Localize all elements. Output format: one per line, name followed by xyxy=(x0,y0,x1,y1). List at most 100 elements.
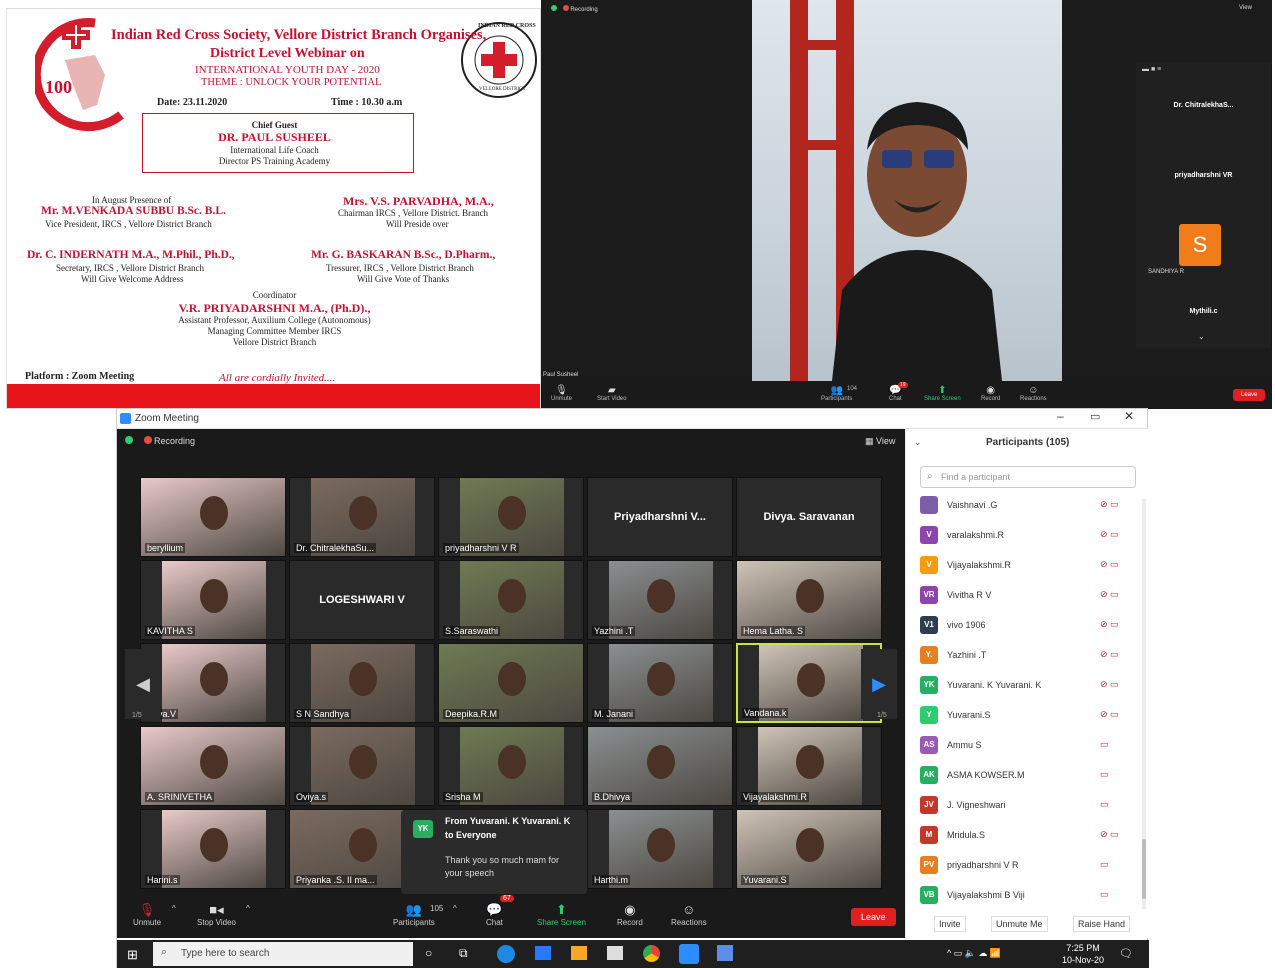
participant-row[interactable]: V1 vivo 1906 ⊘ ▭ xyxy=(920,613,1130,643)
mail-icon[interactable] xyxy=(535,946,551,960)
close-button[interactable]: ✕ xyxy=(1124,409,1134,423)
p3-name: Dr. C. INDERNATH M.A., M.Phil., Ph.D., xyxy=(27,249,235,261)
video-tile[interactable]: beryllium xyxy=(140,477,286,557)
participant-row[interactable]: Y. Yazhini .T ⊘ ▭ xyxy=(920,643,1130,673)
chat-from: From Yuvarani. K Yuvarani. K xyxy=(445,816,571,826)
tile-name-label: Yuvarani.S xyxy=(741,875,789,885)
video-tile[interactable]: KAVITHA S xyxy=(140,560,286,640)
chevron-down-icon[interactable]: ⌄ xyxy=(1198,332,1205,341)
view-button[interactable]: View xyxy=(1239,5,1252,11)
video-tile[interactable]: Oviya.s xyxy=(289,726,435,806)
mic-video-status-icon: ⊘ ▭ xyxy=(1100,559,1119,569)
video-tile[interactable]: Deepika.R.M xyxy=(438,643,584,723)
chat-message: Thank you so much mam for your speech xyxy=(445,855,560,878)
p2-role2: Will Preside over xyxy=(386,219,449,229)
collapse-chevron-icon[interactable]: ⌄ xyxy=(914,437,922,448)
minimize-button[interactable]: – xyxy=(1057,409,1064,423)
leave-button[interactable]: Leave xyxy=(1233,389,1266,401)
raise-hand-button[interactable]: Raise Hand xyxy=(1073,916,1131,932)
video-tile[interactable]: LOGESHWARI V xyxy=(289,560,435,640)
unmute-me-button[interactable]: Unmute Me xyxy=(991,916,1048,932)
chat-button[interactable]: 💬 Chat xyxy=(486,902,503,927)
video-tile[interactable]: Priyadharshni V... xyxy=(587,477,733,557)
participant-row[interactable]: AS Ammu S ▭ xyxy=(920,733,1130,763)
view-button[interactable]: ▦ View xyxy=(865,436,895,447)
record-label: Record xyxy=(617,918,643,927)
video-tile[interactable]: Divya. Saravanan xyxy=(736,477,882,557)
participant-face xyxy=(349,745,377,779)
participant-row[interactable]: Vvaralakshmi.R ⊘ ▭ xyxy=(920,523,1130,553)
chief-guest-role1: International Life Coach xyxy=(230,145,319,155)
video-tile[interactable]: Vijayalakshmi.R xyxy=(736,726,882,806)
prev-page-button[interactable]: ◀ xyxy=(125,649,161,719)
record-button[interactable]: ◉ Record xyxy=(617,902,643,927)
participant-row[interactable]: JV J. Vigneshwari ▭ xyxy=(920,793,1130,823)
zoom-taskbar-icon[interactable] xyxy=(679,944,699,964)
record-button[interactable]: ◉ Record xyxy=(981,385,1000,402)
chevron-up-icon[interactable]: ^ xyxy=(453,904,457,913)
share-screen-button[interactable]: ⬆ Share Screen xyxy=(537,902,586,927)
reactions-button[interactable]: ☺ Reactions xyxy=(671,902,707,927)
chat-popup[interactable]: YK From Yuvarani. K Yuvarani. K to Every… xyxy=(401,810,587,894)
chief-guest-role2: Director PS Training Academy xyxy=(218,156,331,166)
task-view-icon[interactable]: ⧉ xyxy=(459,946,468,961)
mic-video-status-icon: ▭ xyxy=(1100,889,1109,899)
video-tile[interactable]: Harini.s xyxy=(140,809,286,889)
unmute-button[interactable]: 🎙 Unmute xyxy=(133,902,161,927)
tray-icons[interactable]: ^ ▭ 🔈 ☁ 📶 xyxy=(947,948,1001,959)
record-label: Record xyxy=(981,396,1001,402)
video-tile[interactable]: Srisha M xyxy=(438,726,584,806)
participant-row[interactable]: M Mridula.S ⊘ ▭ xyxy=(920,823,1130,853)
participant-row[interactable]: VB Vijayalakshmi B Viji ▭ xyxy=(920,883,1130,913)
leave-button[interactable]: Leave xyxy=(851,908,896,926)
store-icon[interactable] xyxy=(607,946,623,960)
sidebar-controls[interactable]: ▬ ■ ≡ xyxy=(1142,66,1161,73)
participant-row[interactable]: AK ASMA KOWSER.M ▭ xyxy=(920,763,1130,793)
participant-row[interactable]: YK Yuvarani. K Yuvarani. K ⊘ ▭ xyxy=(920,673,1130,703)
cortana-icon[interactable]: ○ xyxy=(425,946,432,960)
invite-button[interactable]: Invite xyxy=(934,916,966,932)
start-video-button[interactable]: ▰ Start Video xyxy=(597,385,627,402)
p3-role1: Secretary, IRCS , Vellore District Branc… xyxy=(56,263,204,273)
video-tile[interactable]: Yuvarani.S xyxy=(736,809,882,889)
participant-face xyxy=(647,828,675,862)
chrome-icon[interactable] xyxy=(643,945,660,962)
video-tile[interactable]: Priya.V xyxy=(140,643,286,723)
video-tile[interactable]: S.Saraswathi xyxy=(438,560,584,640)
windows-start-icon[interactable]: ⊞ xyxy=(127,947,138,963)
video-tile[interactable]: S N Sandhya xyxy=(289,643,435,723)
tile-name-label: beryllium xyxy=(145,543,186,553)
participants-button[interactable]: 👥 Participants xyxy=(393,902,435,927)
app-icon[interactable] xyxy=(717,945,733,961)
participant-row[interactable]: VR Vivitha R V ⊘ ▭ xyxy=(920,583,1130,613)
participants-label: Participants xyxy=(393,918,435,927)
edge-icon[interactable] xyxy=(497,945,515,963)
unmute-button[interactable]: 🎙 Unmute xyxy=(551,385,572,402)
search-input[interactable]: ⌕ Find a participant xyxy=(920,466,1136,488)
participant-row[interactable]: Y Yuvarani.S ⊘ ▭ xyxy=(920,703,1130,733)
video-tile[interactable]: priyadharshni V R xyxy=(438,477,584,557)
share-screen-button[interactable]: ⬆ Share Screen xyxy=(924,385,961,402)
notification-icon[interactable]: 🗨 xyxy=(1119,947,1133,960)
next-page-button[interactable]: ▶ xyxy=(861,649,897,719)
video-tile[interactable]: Dr. ChitralekhaSu... xyxy=(289,477,435,557)
restore-button[interactable]: ▭ xyxy=(1090,410,1100,423)
video-tile[interactable]: A. SRINIVETHA xyxy=(140,726,286,806)
chevron-up-icon[interactable]: ^ xyxy=(246,904,250,913)
video-tile[interactable]: M. Janani xyxy=(587,643,733,723)
participant-row[interactable]: PV priyadharshni V R ▭ xyxy=(920,853,1130,883)
participant-row[interactable]: Vaishnavi .G ⊘ ▭ xyxy=(920,493,1130,523)
reactions-button[interactable]: ☺ Reactions xyxy=(1020,385,1047,402)
chevron-up-icon[interactable]: ^ xyxy=(172,904,176,913)
participant-row[interactable]: V Vijayalakshmi.R ⊘ ▭ xyxy=(920,553,1130,583)
stop-video-button[interactable]: ■◂ Stop Video xyxy=(197,902,236,927)
video-tile[interactable]: B.Dhivya xyxy=(587,726,733,806)
clock[interactable]: 7:25 PM 10-Nov-20 xyxy=(1062,942,1104,966)
video-tile[interactable]: Harthi.m xyxy=(587,809,733,889)
scrollbar[interactable] xyxy=(1142,499,1146,909)
video-tile[interactable]: Hema Latha. S xyxy=(736,560,882,640)
taskbar-search[interactable]: ⌕ Type here to search xyxy=(153,942,413,966)
video-tile[interactable]: Yazhini .T xyxy=(587,560,733,640)
file-explorer-icon[interactable] xyxy=(571,946,587,960)
avatar: AS xyxy=(920,736,938,754)
